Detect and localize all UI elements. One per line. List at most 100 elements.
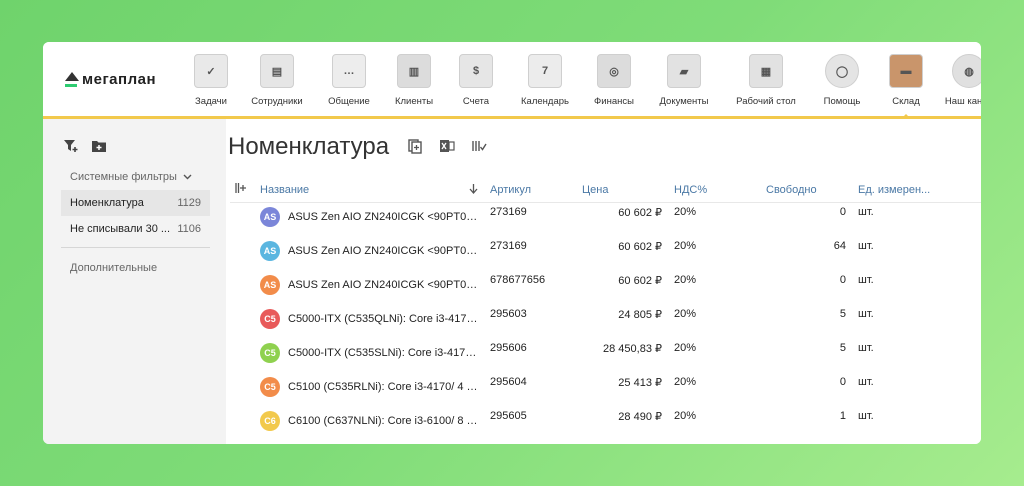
cell-price: 60 602 ₽ xyxy=(618,207,662,219)
cell-name[interactable]: AS ASUS Zen AIO ZN240ICGK <90PT01M2... xyxy=(254,203,484,227)
filter-item-not-written-off[interactable]: Не списывали 30 ... 1106 xyxy=(61,216,210,242)
nav-item-chat[interactable]: … Общение xyxy=(315,50,383,116)
cell-unit: шт. xyxy=(858,206,874,218)
cell-name[interactable]: C6 C6100 (C637NLNi): Core i3-6100/ 8 Гб..… xyxy=(254,407,484,431)
globe-icon: ◍ xyxy=(952,54,981,88)
main-content: Номенклатура Название Артикул Цена НДС% … xyxy=(226,119,981,444)
nav-item-label: Сотрудники xyxy=(251,96,303,107)
cell-name[interactable]: AS ASUS Zen AIO ZN240ICGK <90PT01M2... xyxy=(254,271,484,295)
chat-icon: … xyxy=(332,54,366,88)
nav-item-employees[interactable]: ▤ Сотрудники xyxy=(239,50,315,116)
item-avatar: C5 xyxy=(260,343,280,363)
cell-name[interactable]: C5 C5100 (C535RLNi): Core i3-4170/ 4 Гб/.… xyxy=(254,373,484,397)
cell-unit: шт. xyxy=(858,308,874,320)
sidebar: Системные фильтры Номенклатура 1129 Не с… xyxy=(43,119,226,444)
cell-name[interactable]: C5 C5000-ITX (C535SLNi): Core i3-4170/ 4.… xyxy=(254,339,484,363)
nav-item-clients[interactable]: ▥ Клиенты xyxy=(383,50,445,116)
column-header-price[interactable]: Цена xyxy=(576,184,668,196)
nav-item-warehouse[interactable]: ▬ Склад xyxy=(875,50,937,119)
nav-item-help[interactable]: ◯ Помощь xyxy=(809,50,875,116)
nav-item-label: Склад xyxy=(892,96,920,107)
table-row[interactable]: AS ASUS Zen AIO ZN240ICGK <90PT01M2... 273… xyxy=(230,237,981,271)
logo-text: мегаплан xyxy=(82,71,157,88)
excel-export-icon[interactable] xyxy=(438,137,456,155)
filter-item-count: 1129 xyxy=(177,197,201,209)
desktop-icon: ▦ xyxy=(749,54,783,88)
cell-unit: шт. xyxy=(858,376,874,388)
additional-filters-link[interactable]: Дополнительные xyxy=(70,262,157,274)
item-avatar: C5 xyxy=(260,309,280,329)
cell-unit: шт. xyxy=(858,342,874,354)
add-column-icon[interactable] xyxy=(230,182,254,197)
nav-item-label: Календарь xyxy=(521,96,569,107)
column-header-name[interactable]: Название xyxy=(254,183,484,197)
sidebar-tools xyxy=(63,139,107,153)
logo[interactable]: мегаплан xyxy=(65,71,156,88)
nav-item-label: Наш канал xyxy=(944,96,981,107)
cell-free: 64 xyxy=(833,240,846,252)
cell-vat: 20% xyxy=(674,240,697,252)
cell-article: 273169 xyxy=(490,206,527,218)
nav-item-tasks[interactable]: ✓ Задачи xyxy=(183,50,239,116)
cell-unit: шт. xyxy=(858,274,874,286)
table-row[interactable]: C6 C6100 (C637NLNi): Core i3-6100/ 8 Гб..… xyxy=(230,407,981,441)
cell-price: 28 490 ₽ xyxy=(618,411,662,423)
nav-item-finance[interactable]: ◎ Финансы xyxy=(583,50,645,116)
item-avatar: C5 xyxy=(260,377,280,397)
add-filter-icon[interactable] xyxy=(63,139,79,153)
cell-article: 295604 xyxy=(490,376,527,388)
cell-vat: 20% xyxy=(674,308,697,320)
nav-item-label: Задачи xyxy=(195,96,227,107)
nav-item-globe[interactable]: ◍ Наш канал xyxy=(937,50,981,116)
cell-vat: 20% xyxy=(674,376,697,388)
page-title: Номенклатура xyxy=(228,133,390,160)
table-header: Название Артикул Цена НДС% Свободно Ед. … xyxy=(230,177,981,203)
column-header-free[interactable]: Свободно xyxy=(760,184,852,196)
nav-item-documents[interactable]: ▰ Документы xyxy=(645,50,723,116)
cell-price: 28 450,83 ₽ xyxy=(603,343,662,355)
item-name: C5100 (C535RLNi): Core i3-4170/ 4 Гб/... xyxy=(288,381,478,393)
table-row[interactable]: C5 C5100 (C535RLNi): Core i3-4170/ 4 Гб/.… xyxy=(230,373,981,407)
tasks-icon: ✓ xyxy=(194,54,228,88)
add-copy-icon[interactable] xyxy=(406,137,424,155)
item-name: C6100 (C637NLNi): Core i3-6100/ 8 Гб... xyxy=(288,415,478,427)
filter-item-nomenclature[interactable]: Номенклатура 1129 xyxy=(61,190,210,216)
add-folder-icon[interactable] xyxy=(91,139,107,153)
filter-item-label: Не списывали 30 ... xyxy=(70,223,171,235)
cell-free: 1 xyxy=(839,410,846,422)
cell-name[interactable]: C5 C5000-ITX (C535QLNi): Core i3-4170/ ..… xyxy=(254,305,484,329)
cell-article: 273169 xyxy=(490,240,527,252)
cell-free: 0 xyxy=(839,376,846,388)
nav-item-calendar[interactable]: 7 Календарь xyxy=(507,50,583,116)
cell-name[interactable]: AS ASUS Zen AIO ZN240ICGK <90PT01M2... xyxy=(254,237,484,261)
system-filters-toggle[interactable]: Системные фильтры xyxy=(70,171,192,183)
filter-item-label: Номенклатура xyxy=(70,197,144,209)
sort-down-icon[interactable] xyxy=(469,183,478,197)
table-row[interactable]: AS ASUS Zen AIO ZN240ICGK <90PT01M2... 678… xyxy=(230,271,981,305)
column-header-vat[interactable]: НДС% xyxy=(668,184,760,196)
system-filters-label: Системные фильтры xyxy=(70,171,177,183)
cell-free: 0 xyxy=(839,206,846,218)
nav-item-desktop[interactable]: ▦ Рабочий стол xyxy=(723,50,809,116)
column-header-article[interactable]: Артикул xyxy=(484,184,576,196)
cell-vat: 20% xyxy=(674,410,697,422)
item-avatar: AS xyxy=(260,207,280,227)
nav-item-invoices[interactable]: $ Счета xyxy=(445,50,507,116)
cell-free: 0 xyxy=(839,274,846,286)
employees-icon: ▤ xyxy=(260,54,294,88)
nav-item-label: Помощь xyxy=(823,96,861,107)
nav-item-label: Документы xyxy=(659,96,709,107)
table-row[interactable]: AS ASUS Zen AIO ZN240ICGK <90PT01M2... 273… xyxy=(230,203,981,237)
cell-price: 25 413 ₽ xyxy=(618,377,662,389)
logo-mark-icon xyxy=(65,71,79,88)
table-row[interactable]: C5 C5000-ITX (C535SLNi): Core i3-4170/ 4.… xyxy=(230,339,981,373)
column-settings-icon[interactable] xyxy=(470,137,488,155)
table-row[interactable]: C5 C5000-ITX (C535QLNi): Core i3-4170/ ..… xyxy=(230,305,981,339)
title-toolbar xyxy=(406,137,488,155)
item-avatar: AS xyxy=(260,241,280,261)
nav-item-label: Общение xyxy=(328,96,370,107)
nav-item-label: Финансы xyxy=(594,96,634,107)
item-name: ASUS Zen AIO ZN240ICGK <90PT01M2... xyxy=(288,211,478,223)
column-header-unit[interactable]: Ед. измерен... xyxy=(852,184,952,196)
table-body: AS ASUS Zen AIO ZN240ICGK <90PT01M2... 273… xyxy=(230,203,981,441)
